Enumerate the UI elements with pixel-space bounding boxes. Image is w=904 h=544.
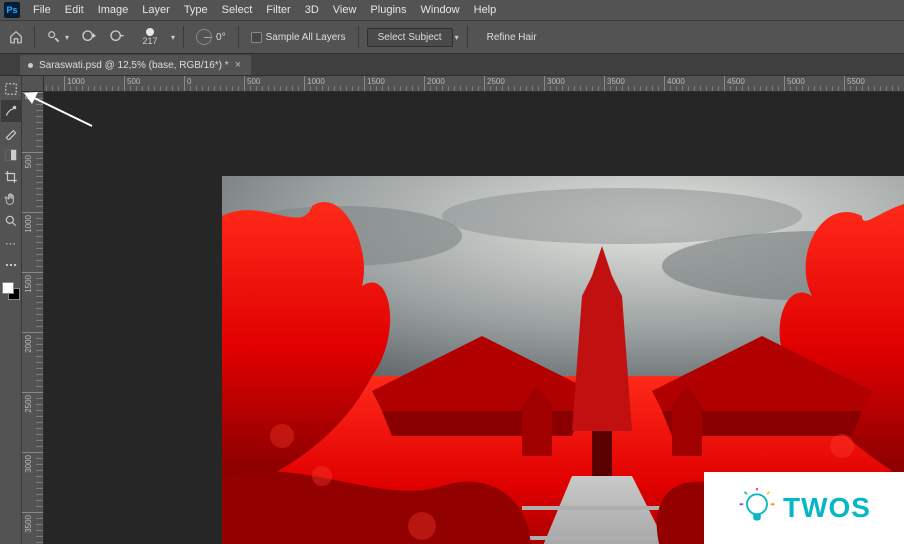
separator [183,26,184,48]
document-tab-bar: Saraswati.psd @ 12,5% (base, RGB/16*) * … [0,54,904,76]
ruler-tick: 5500 [844,76,904,91]
chevron-down-icon[interactable]: ▾ [171,33,175,42]
ruler-tick: 4500 [724,76,784,91]
menu-image[interactable]: Image [91,4,136,16]
refine-hair-button[interactable]: Refine Hair [476,28,548,47]
document-tab-title: Saraswati.psd @ 12,5% (base, RGB/16*) * [39,60,229,71]
ruler-tick: 0 [184,76,244,91]
menu-layer[interactable]: Layer [135,4,177,16]
ruler-tick: 3000 [544,76,604,91]
hand-tool[interactable] [1,188,21,210]
angle-dial-icon[interactable] [196,29,212,45]
ruler-tick: 1500 [22,272,43,332]
ruler-tick: 500 [244,76,304,91]
checkbox-icon[interactable] [251,32,262,43]
rect-marquee-tool[interactable] [1,78,21,100]
foreground-color-swatch[interactable] [2,282,14,294]
ruler-tick: 2000 [424,76,484,91]
menu-3d[interactable]: 3D [298,4,326,16]
separator [238,26,239,48]
chevron-down-icon: ▾ [65,33,69,42]
menu-edit[interactable]: Edit [58,4,91,16]
close-icon[interactable]: × [235,59,241,71]
color-swatches[interactable] [2,282,20,300]
separator [34,26,35,48]
ruler-tick: 3500 [22,512,43,544]
edit-toolbar[interactable] [1,254,21,276]
watermark-logo: TWOS [704,472,904,544]
document-tab[interactable]: Saraswati.psd @ 12,5% (base, RGB/16*) * … [20,55,251,75]
ruler-tick: 0 [22,92,43,152]
crop-tool[interactable] [1,166,21,188]
ruler-tick: 2000 [22,332,43,392]
ruler-tick: 1500 [44,76,64,91]
ruler-tick: 1000 [304,76,364,91]
lightbulb-icon [737,488,777,528]
zoom-tool[interactable] [1,210,21,232]
menu-view[interactable]: View [326,4,364,16]
tool-preset-picker[interactable]: ▾ [43,24,73,50]
menu-help[interactable]: Help [467,4,504,16]
ruler-tick: 2500 [484,76,544,91]
ruler-corner [22,76,44,92]
horizontal-ruler[interactable]: 1500100050005001000150020002500300035004… [44,76,904,92]
options-bar: ▾ 217 ▾ 0° Sample All Layers Select Subj… [0,20,904,54]
home-icon[interactable] [6,27,26,47]
quick-selection-tool[interactable] [1,100,21,122]
menu-file[interactable]: File [26,4,58,16]
add-selection-icon[interactable] [77,24,101,50]
ruler-tick: 5000 [784,76,844,91]
ruler-tick: 1000 [22,212,43,272]
menu-plugins[interactable]: Plugins [363,4,413,16]
menu-select[interactable]: Select [215,4,260,16]
ruler-tick: 500 [22,152,43,212]
menu-type[interactable]: Type [177,4,215,16]
separator [467,26,468,48]
menu-window[interactable]: Window [414,4,467,16]
watermark-text: TWOS [783,492,871,524]
brush-tool[interactable] [1,122,21,144]
more-tools[interactable]: ⋯ [1,232,21,254]
separator [358,26,359,48]
brush-dot-icon [146,28,154,36]
select-subject-button[interactable]: Select Subject [367,28,453,47]
chevron-down-icon[interactable]: ▾ [455,33,459,42]
sample-all-layers-label: Sample All Layers [266,32,346,43]
ruler-tick: 2500 [22,392,43,452]
app-logo: Ps [4,2,20,18]
angle-value[interactable]: 0° [216,32,226,43]
sample-all-layers-toggle[interactable]: Sample All Layers [247,24,350,50]
ruler-tick: 1500 [364,76,424,91]
ruler-tick: 3000 [22,452,43,512]
vertical-ruler[interactable]: 0500100015002000250030003500 [22,76,44,544]
ruler-tick: 1000 [64,76,124,91]
gradient-tool[interactable] [1,144,21,166]
unsaved-dot-icon [28,63,33,68]
ruler-tick: 4000 [664,76,724,91]
brush-preview[interactable]: 217 [133,24,167,50]
menu-filter[interactable]: Filter [259,4,297,16]
ruler-tick: 3500 [604,76,664,91]
brush-size-value: 217 [143,36,158,46]
tool-panel: ⋯ [0,76,22,544]
menu-bar: Ps File Edit Image Layer Type Select Fil… [0,0,904,20]
ruler-tick: 500 [124,76,184,91]
subtract-selection-icon[interactable] [105,24,129,50]
brush-angle[interactable]: 0° [192,24,230,50]
